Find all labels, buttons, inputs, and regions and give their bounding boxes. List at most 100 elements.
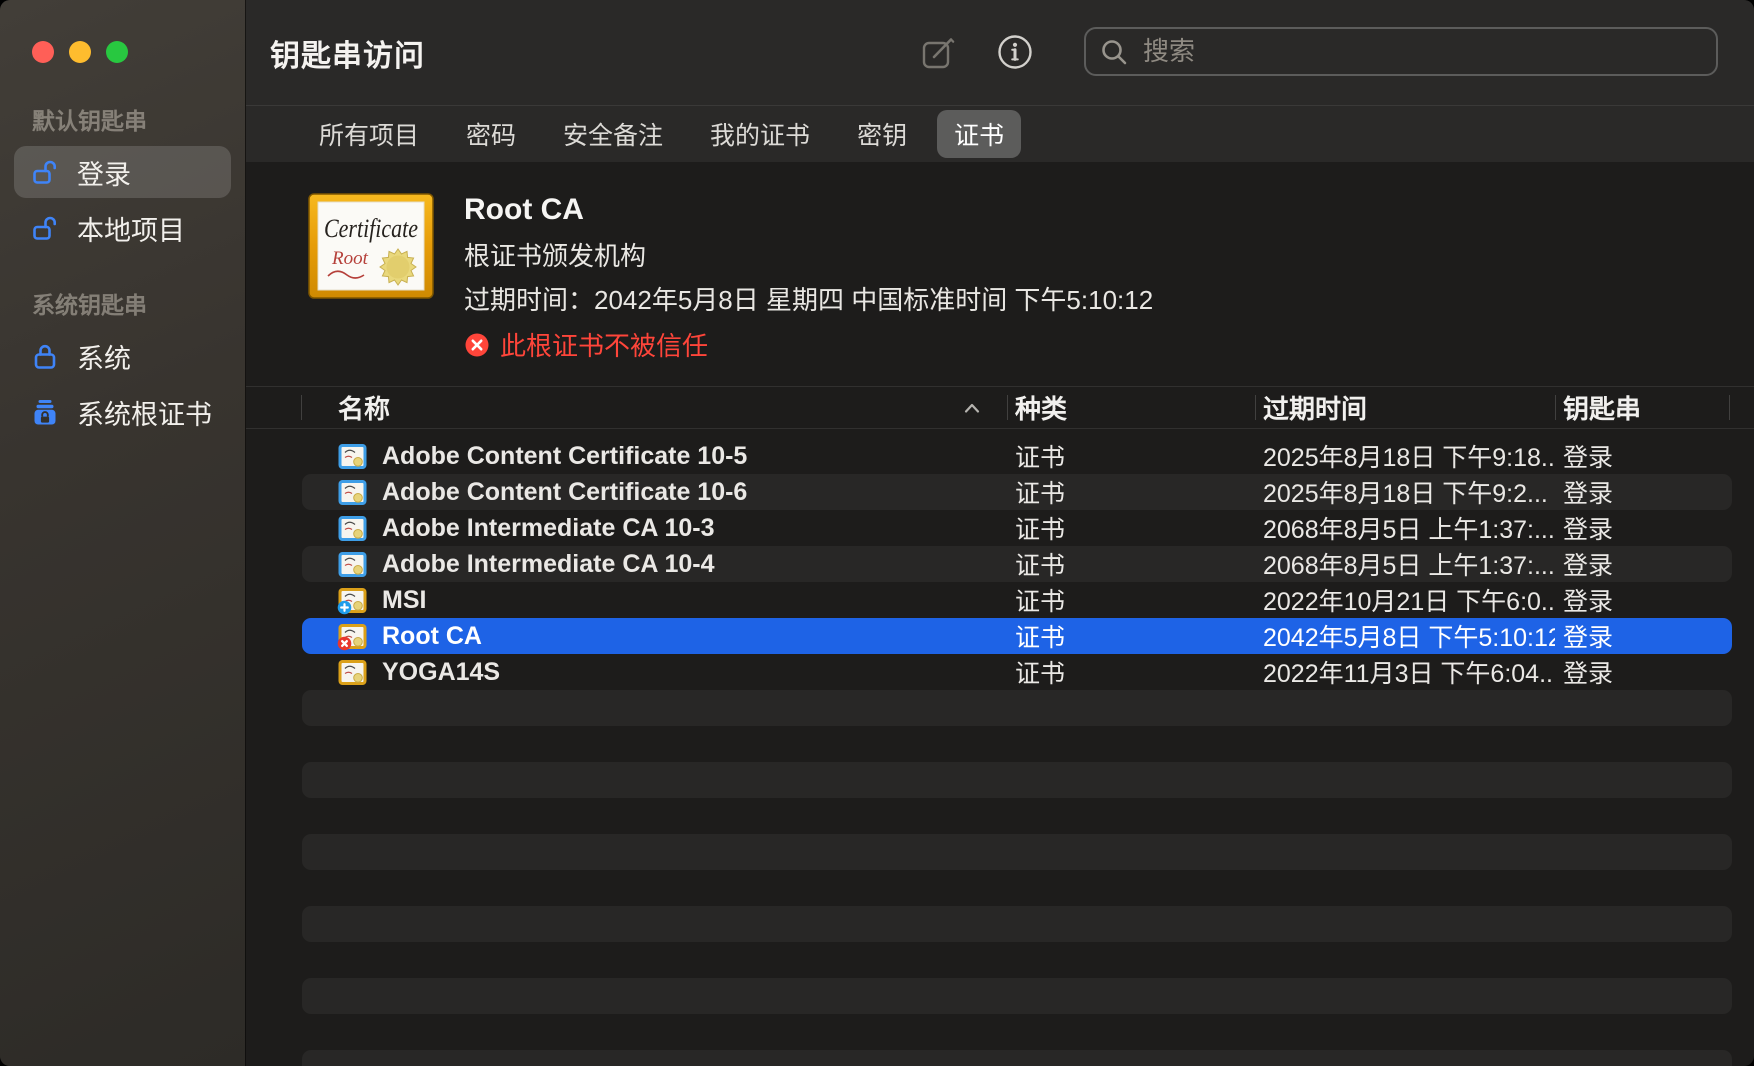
certificate-name: Root CA <box>464 193 1153 227</box>
certificate-expiry: 过期时间：2042年5月8日 星期四 中国标准时间 下午5:10:12 <box>464 280 1153 317</box>
cell-keychain: 登录 <box>1555 474 1732 510</box>
cell-kind: 证书 <box>1007 474 1255 510</box>
empty-row <box>302 870 1732 906</box>
empty-row <box>302 906 1732 942</box>
certificate-icon <box>337 621 367 651</box>
sort-ascending-icon <box>961 401 983 415</box>
certificate-detail-panel: Certificate Root Root CA 根证书颁发机构 过期时间：20… <box>246 162 1754 386</box>
cell-kind: 证书 <box>1007 438 1255 474</box>
svg-text:Root: Root <box>331 248 369 269</box>
toolbar: 钥匙串访问 <box>246 0 1754 105</box>
sidebar-item-default-1[interactable]: 本地项目 <box>14 202 231 254</box>
tab-0[interactable]: 所有项目 <box>302 110 436 158</box>
cell-kind: 证书 <box>1007 510 1255 546</box>
certificate-icon <box>337 441 367 471</box>
cell-keychain: 登录 <box>1555 582 1732 618</box>
sidebar-item-label: 登录 <box>77 153 131 192</box>
search-icon <box>1099 37 1129 67</box>
empty-row <box>302 762 1732 798</box>
tab-3[interactable]: 我的证书 <box>693 110 827 158</box>
sidebar-item-label: 系统 <box>77 337 131 376</box>
table-row[interactable]: MSI 证书 2022年10月21日 下午6:0... 登录 <box>302 582 1732 618</box>
empty-row <box>302 798 1732 834</box>
compose-edit-icon <box>920 33 958 71</box>
sidebar-item-default-0[interactable]: 登录 <box>14 146 231 198</box>
sidebar-item-system-0[interactable]: 系统 <box>14 330 231 382</box>
column-header-kind[interactable]: 种类 <box>1007 389 1255 426</box>
cell-expires: 2068年8月5日 上午1:37:... <box>1255 546 1555 582</box>
cell-keychain: 登录 <box>1555 546 1732 582</box>
certificate-icon <box>337 657 367 687</box>
cell-name: Adobe Content Certificate 10-6 <box>302 477 1007 507</box>
table-row[interactable]: YOGA14S 证书 2022年11月3日 下午6:04... 登录 <box>302 654 1732 690</box>
row-name-text: Adobe Content Certificate 10-6 <box>382 478 747 507</box>
lock-open-icon <box>30 157 60 187</box>
certificate-detail-text: Root CA 根证书颁发机构 过期时间：2042年5月8日 星期四 中国标准时… <box>464 193 1153 386</box>
get-info-button[interactable] <box>994 31 1036 73</box>
category-tab-bar: 所有项目密码安全备注我的证书密钥证书 <box>246 105 1754 162</box>
sidebar-item-label: 系统根证书 <box>77 393 212 432</box>
sidebar: 默认钥匙串 登录 本地项目系统钥匙串 系统 系统根证书 <box>0 0 246 1066</box>
table-header: 名称 种类 过期时间 钥匙串 <box>246 386 1754 429</box>
empty-row <box>302 1014 1732 1050</box>
certificate-list: Adobe Content Certificate 10-5 证书 2025年8… <box>246 429 1754 1066</box>
window-controls <box>32 41 128 63</box>
cell-expires: 2042年5月8日 下午5:10:12 <box>1255 618 1555 654</box>
lock-box-icon <box>30 397 60 427</box>
cell-kind: 证书 <box>1007 582 1255 618</box>
row-name-text: MSI <box>382 586 426 615</box>
sidebar-section-label: 默认钥匙串 <box>14 96 231 146</box>
sidebar-item-system-1[interactable]: 系统根证书 <box>14 386 231 438</box>
cell-keychain: 登录 <box>1555 654 1732 690</box>
tab-5[interactable]: 证书 <box>937 110 1021 158</box>
column-header-keychain[interactable]: 钥匙串 <box>1555 389 1732 426</box>
keychain-access-window: 默认钥匙串 登录 本地项目系统钥匙串 系统 系统根证书 钥匙串访问 <box>0 0 1754 1066</box>
cell-name: YOGA14S <box>302 657 1007 687</box>
cell-expires: 2025年8月18日 下午9:18... <box>1255 438 1555 474</box>
table-row[interactable]: Root CA 证书 2042年5月8日 下午5:10:12 登录 <box>302 618 1732 654</box>
certificate-type: 根证书颁发机构 <box>464 236 1153 273</box>
zoom-window-button[interactable] <box>106 41 128 63</box>
svg-text:Certificate: Certificate <box>324 214 418 243</box>
search-input[interactable] <box>1141 35 1703 68</box>
lock-open-icon <box>30 213 60 243</box>
tab-4[interactable]: 密钥 <box>840 110 924 158</box>
row-name-text: Adobe Intermediate CA 10-3 <box>382 514 714 543</box>
row-name-text: Root CA <box>382 622 482 651</box>
content-area: 钥匙串访问 <box>246 0 1754 1066</box>
window-title: 钥匙串访问 <box>270 31 425 75</box>
certificate-icon <box>337 513 367 543</box>
row-name-text: Adobe Content Certificate 10-5 <box>382 442 747 471</box>
table-row[interactable]: Adobe Content Certificate 10-6 证书 2025年8… <box>302 474 1732 510</box>
info-icon <box>995 32 1035 72</box>
row-name-text: YOGA14S <box>382 658 500 687</box>
tab-1[interactable]: 密码 <box>449 110 533 158</box>
edit-certificate-button[interactable] <box>918 31 960 73</box>
cell-kind: 证书 <box>1007 546 1255 582</box>
trust-warning-text: 此根证书不被信任 <box>500 326 708 363</box>
sidebar-section: 默认钥匙串 登录 本地项目 <box>14 96 231 254</box>
cell-name: Root CA <box>302 621 1007 651</box>
cell-expires: 2068年8月5日 上午1:37:... <box>1255 510 1555 546</box>
empty-row <box>302 978 1732 1014</box>
sidebar-section-label: 系统钥匙串 <box>14 280 231 330</box>
column-header-name[interactable]: 名称 <box>302 389 1007 426</box>
certificate-large-icon: Certificate Root <box>308 193 434 299</box>
lock-closed-icon <box>30 341 60 371</box>
column-header-expires[interactable]: 过期时间 <box>1255 389 1555 426</box>
trust-warning: 此根证书不被信任 <box>464 326 1153 363</box>
empty-row <box>302 1050 1732 1066</box>
empty-row <box>302 726 1732 762</box>
cell-keychain: 登录 <box>1555 438 1732 474</box>
table-row[interactable]: Adobe Intermediate CA 10-4 证书 2068年8月5日 … <box>302 546 1732 582</box>
minimize-window-button[interactable] <box>69 41 91 63</box>
close-window-button[interactable] <box>32 41 54 63</box>
certificate-icon <box>337 477 367 507</box>
cell-kind: 证书 <box>1007 654 1255 690</box>
certificate-icon <box>337 585 367 615</box>
table-row[interactable]: Adobe Intermediate CA 10-3 证书 2068年8月5日 … <box>302 510 1732 546</box>
cell-kind: 证书 <box>1007 618 1255 654</box>
tab-2[interactable]: 安全备注 <box>546 110 680 158</box>
table-row[interactable]: Adobe Content Certificate 10-5 证书 2025年8… <box>302 438 1732 474</box>
cell-expires: 2025年8月18日 下午9:2... <box>1255 474 1555 510</box>
